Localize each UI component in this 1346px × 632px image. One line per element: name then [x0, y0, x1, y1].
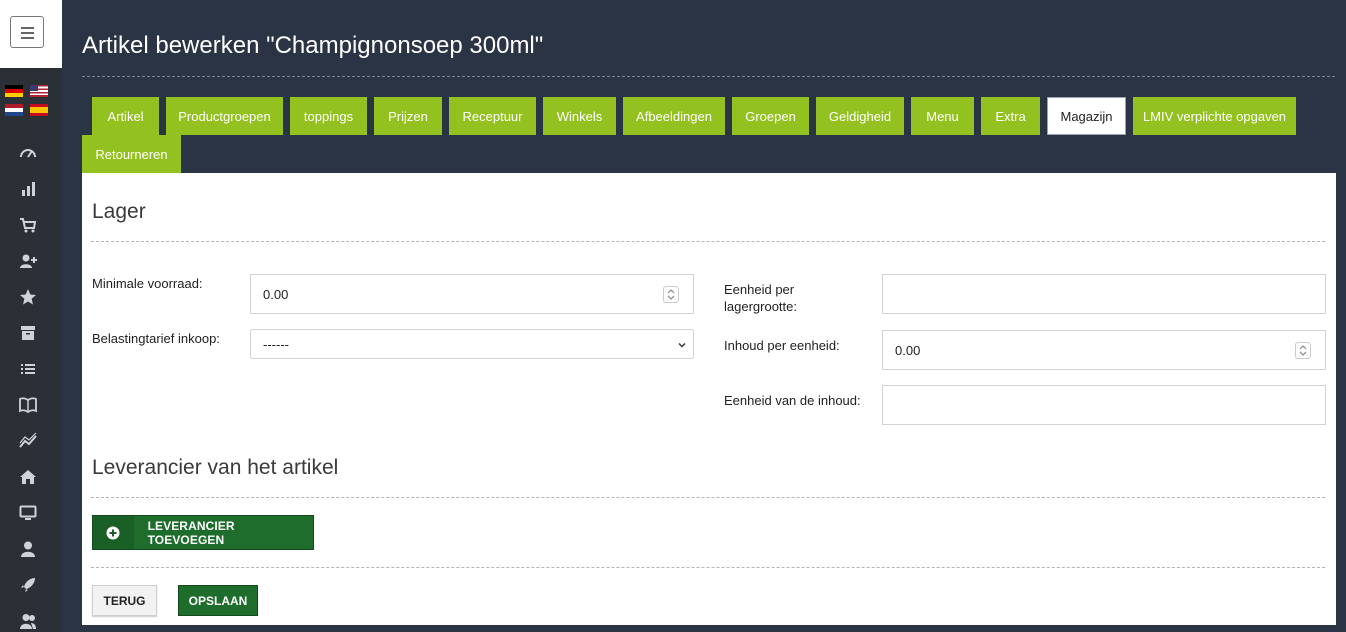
dashboard-icon[interactable]: [19, 144, 37, 162]
add-supplier-label: LEVERANCIER TOEVOEGEN: [147, 518, 235, 547]
trend-icon[interactable]: [19, 432, 37, 450]
tab-receptuur[interactable]: Receptuur: [449, 97, 536, 135]
title-divider: [82, 76, 1335, 77]
min-stock-label: Minimale voorraad:: [92, 276, 203, 291]
home-icon[interactable]: [19, 468, 37, 486]
content-panel: Lager Minimale voorraad: 0.00 Belastingt…: [82, 173, 1336, 625]
cart-icon[interactable]: [19, 216, 37, 234]
flag-de-icon[interactable]: [5, 85, 23, 97]
menu-toggle-button[interactable]: [10, 16, 44, 48]
book-icon[interactable]: [19, 396, 37, 414]
tax-rate-value: ------: [263, 336, 289, 352]
section-divider: [91, 497, 1325, 498]
tab-artikel[interactable]: Artikel: [92, 97, 159, 135]
content-unit-input[interactable]: [882, 385, 1326, 425]
tab-magazijn[interactable]: Magazijn: [1047, 97, 1126, 135]
monitor-icon[interactable]: [19, 504, 37, 522]
flag-es-icon[interactable]: [30, 104, 48, 116]
tax-rate-label: Belastingtarief inkoop:: [92, 331, 220, 346]
tab-menu[interactable]: Menu: [911, 97, 974, 135]
save-button[interactable]: OPSLAAN: [178, 585, 258, 616]
page-title: Artikel bewerken "Champignonsoep 300ml": [82, 32, 544, 59]
content-per-unit-value: 0.00: [895, 342, 921, 358]
chevron-down-icon: [677, 338, 687, 348]
tab-prijzen[interactable]: Prijzen: [374, 97, 442, 135]
number-spinner-icon[interactable]: [663, 286, 679, 303]
tab-geldigheid[interactable]: Geldigheid: [816, 97, 904, 135]
tab-extra[interactable]: Extra: [981, 97, 1040, 135]
tab-lmiv-verplichte-opgaven[interactable]: LMIV verplichte opgaven: [1133, 97, 1296, 135]
users-icon[interactable]: [19, 612, 37, 630]
content-per-unit-label: Inhoud per eenheid:: [724, 338, 840, 353]
list-icon[interactable]: [19, 360, 37, 378]
sidebar: [0, 0, 62, 632]
content-per-unit-input[interactable]: 0.00: [882, 330, 1326, 370]
tab-retourneren[interactable]: Retourneren: [82, 135, 181, 173]
section-title-supplier: Leverancier van het artikel: [92, 456, 339, 479]
tab-toppings[interactable]: toppings: [290, 97, 367, 135]
section-divider: [91, 567, 1325, 568]
min-stock-value: 0.00: [263, 286, 289, 302]
archive-icon[interactable]: [19, 324, 37, 342]
number-spinner-icon[interactable]: [1295, 342, 1311, 359]
unit-per-size-label: Eenheid per lagergrootte:: [724, 282, 797, 314]
add-supplier-button[interactable]: LEVERANCIER TOEVOEGEN: [92, 515, 314, 550]
rocket-icon[interactable]: [19, 576, 37, 594]
sidebar-header: [0, 0, 62, 68]
plus-circle-icon: [93, 516, 134, 549]
section-title-lager: Lager: [92, 200, 146, 223]
content-unit-label: Eenheid van de inhoud:: [724, 393, 861, 408]
tab-afbeeldingen[interactable]: Afbeeldingen: [623, 97, 725, 135]
tab-winkels[interactable]: Winkels: [543, 97, 616, 135]
star-icon[interactable]: [19, 288, 37, 306]
tax-rate-select[interactable]: ------: [250, 329, 694, 359]
section-divider: [91, 241, 1325, 242]
min-stock-input[interactable]: 0.00: [250, 274, 694, 314]
unit-per-size-input[interactable]: [882, 274, 1326, 314]
bar-chart-icon[interactable]: [19, 180, 37, 198]
user-plus-icon[interactable]: [19, 252, 37, 270]
flag-nl-icon[interactable]: [5, 104, 23, 116]
user-icon[interactable]: [19, 540, 37, 558]
tab-groepen[interactable]: Groepen: [732, 97, 809, 135]
back-button[interactable]: TERUG: [92, 585, 157, 616]
tab-productgroepen[interactable]: Productgroepen: [166, 97, 283, 135]
flag-us-icon[interactable]: [30, 85, 48, 97]
